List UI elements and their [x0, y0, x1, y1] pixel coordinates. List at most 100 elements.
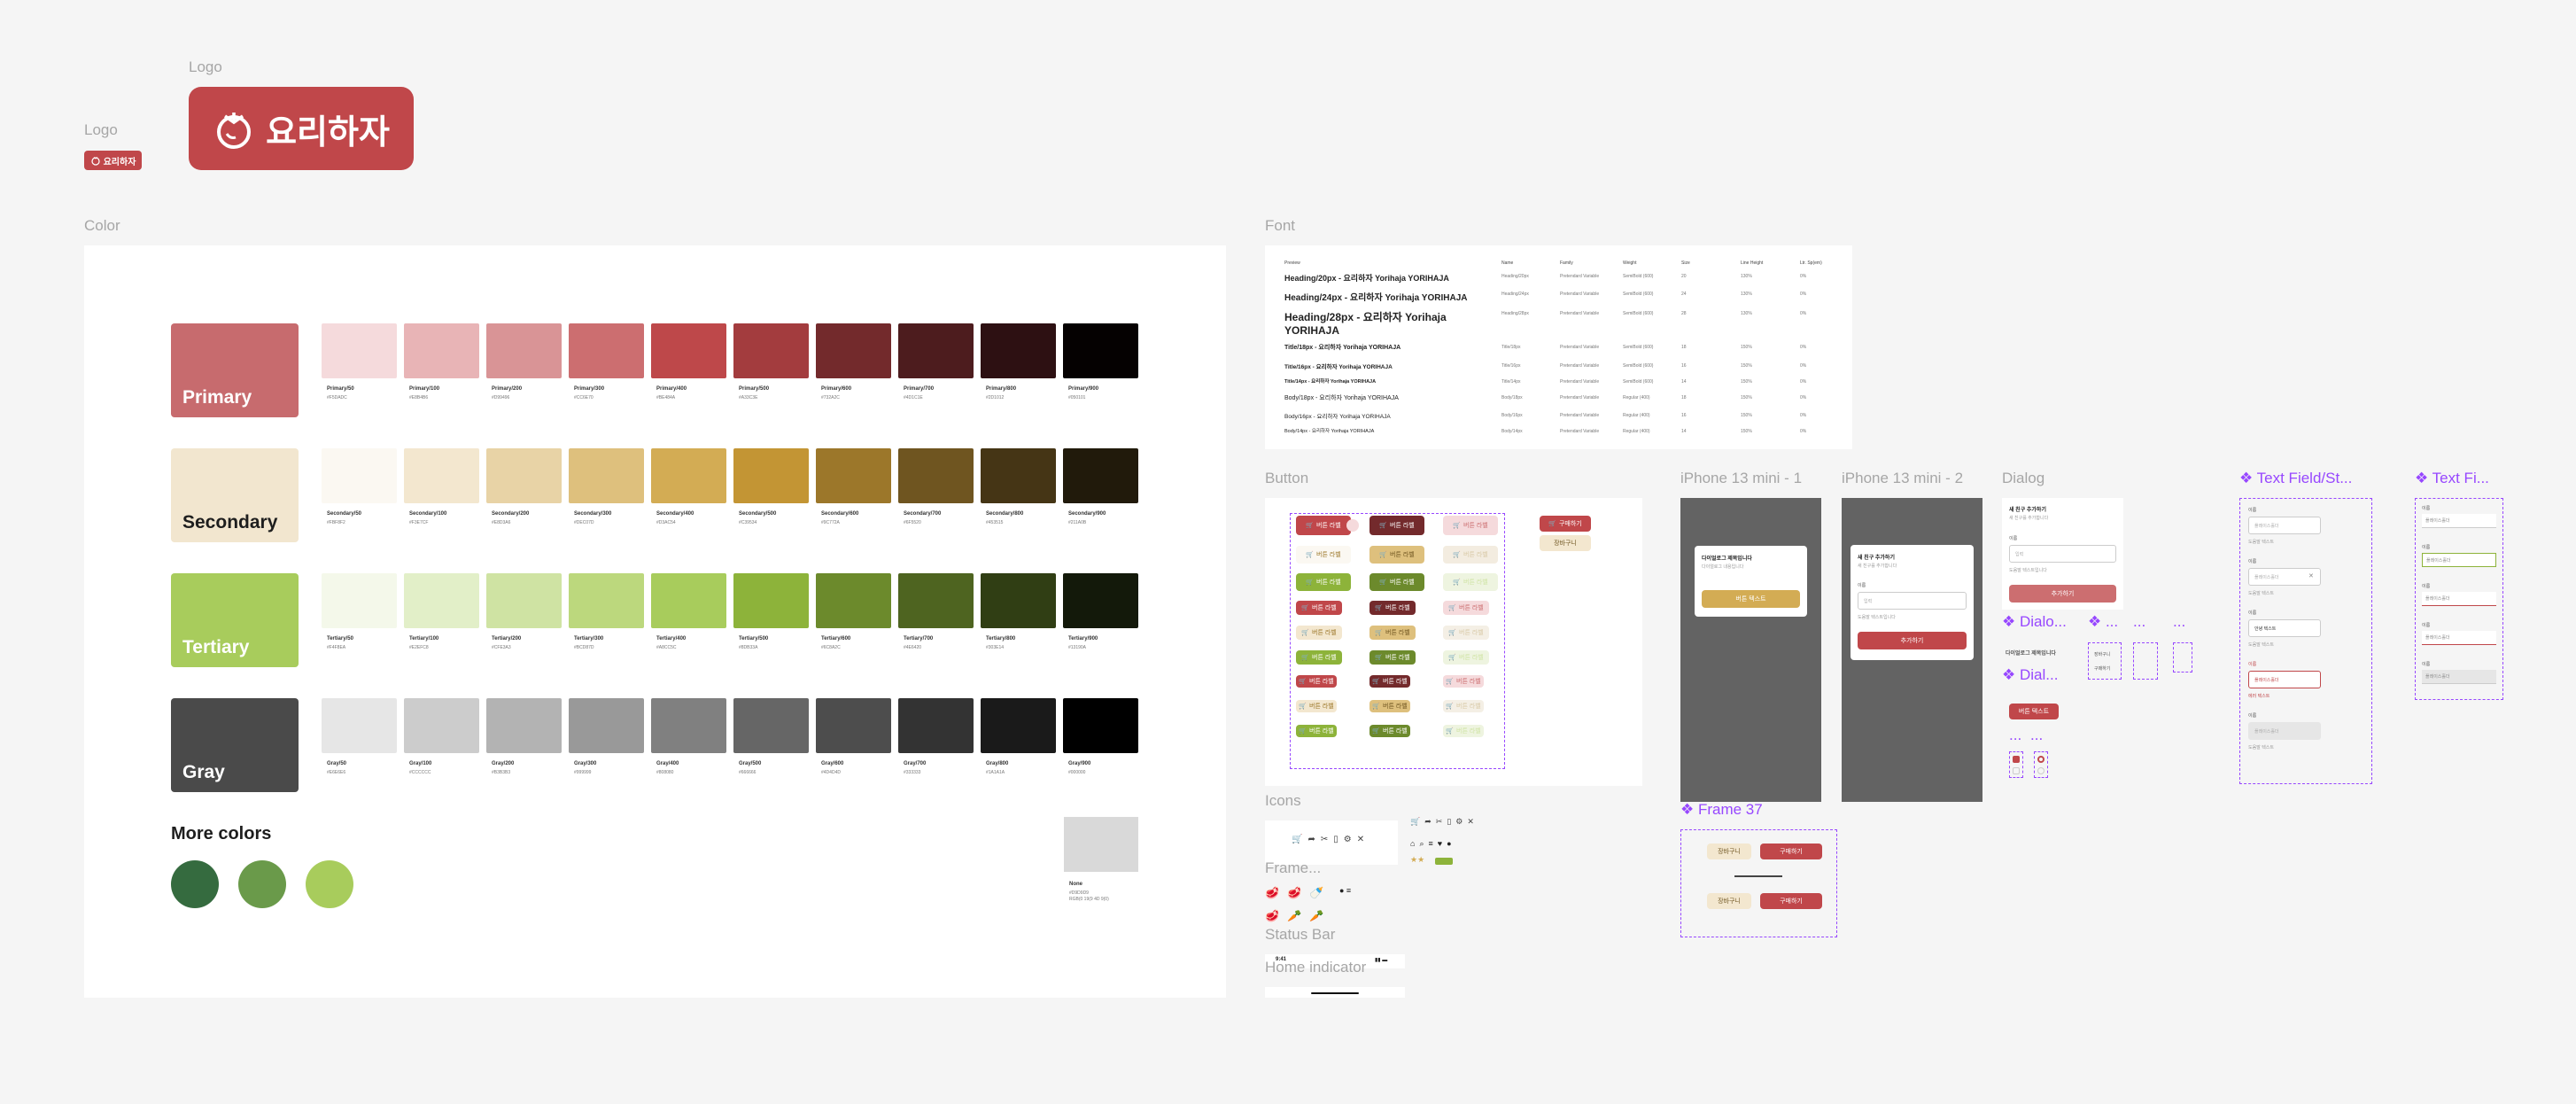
dialog-text-button[interactable]: 버튼 텍스트 — [2009, 704, 2059, 719]
text-field-input[interactable]: 플레이스홀더 — [2248, 671, 2321, 688]
variant-button[interactable]: 🛒 버튼 라벨 — [1443, 626, 1489, 640]
text-field-label-1: ❖ Text Field/St... — [2239, 470, 2353, 486]
color-swatch-name: Primary/400 — [656, 386, 687, 392]
radio-unchecked[interactable] — [2037, 767, 2045, 774]
variant-button[interactable]: 🛒 버튼 라벨 — [1443, 675, 1484, 688]
variant-button[interactable]: 🛒 버튼 라벨 — [1443, 546, 1498, 564]
variant-button[interactable]: 🛒 버튼 라벨 — [1443, 700, 1484, 712]
checkbox-checked[interactable] — [2013, 756, 2020, 763]
variant-button[interactable]: 🛒 버튼 라벨 — [1296, 546, 1351, 564]
frame37-buy-button-2[interactable]: 구매하기 — [1760, 893, 1822, 909]
variant-button[interactable]: 🛒 버튼 라벨 — [1296, 700, 1337, 712]
color-swatch-hex: #6F5520 — [904, 520, 921, 525]
color-swatch-hex: #2D1012 — [986, 395, 1005, 400]
variant-button[interactable]: 🛒 버튼 라벨 — [1369, 573, 1424, 591]
text-field-text: 플레이스홀더 — [2254, 523, 2279, 529]
phone-dialog-button[interactable]: 버튼 텍스트 — [1702, 590, 1800, 608]
variant-button-label: 버튼 라벨 — [1385, 655, 1410, 661]
home-indicator-bar — [1311, 992, 1359, 994]
variant-button[interactable]: 🛒 버튼 라벨 — [1369, 650, 1416, 665]
color-swatch — [816, 323, 891, 378]
variant-button[interactable]: 🛒 버튼 라벨 — [1369, 516, 1424, 535]
font-section-label: Font — [1265, 217, 1296, 234]
text-field-input[interactable]: 플레이스홀더 — [2248, 517, 2321, 534]
name-input-placeholder: 입력 — [1864, 598, 1873, 604]
color-swatch — [733, 448, 809, 503]
font-cell-family: Pretendard Variable — [1560, 379, 1600, 385]
clear-icon[interactable]: ✕ — [2308, 572, 2314, 579]
color-swatch — [569, 698, 644, 753]
text-field-underline-input[interactable]: 플레이스홀더 — [2422, 553, 2496, 567]
text-field-input[interactable]: 플레이스홀더 — [2248, 722, 2321, 740]
font-table-header: Line Height — [1741, 260, 1764, 266]
variant-button[interactable]: 🛒 버튼 라벨 — [1296, 601, 1342, 615]
variant-button[interactable]: 🛒 버튼 라벨 — [1369, 700, 1410, 712]
color-swatch-hex: #DEC07D — [574, 520, 594, 525]
cart-icon: 🛒 — [1306, 523, 1314, 529]
color-swatch-name: Primary/600 — [821, 386, 852, 392]
frame37-cart-button-1[interactable]: 장바구니 — [1707, 844, 1751, 859]
color-swatch — [322, 448, 397, 503]
variant-button[interactable]: 🛒 버튼 라벨 — [1369, 601, 1416, 615]
add-button[interactable]: 추가하기 — [1858, 632, 1967, 649]
variant-button-label: 버튼 라벨 — [1312, 605, 1337, 611]
name-input[interactable]: 입력 — [1858, 592, 1967, 610]
variant-button[interactable]: 🛒 버튼 라벨 — [1296, 650, 1342, 665]
text-field-underline-input[interactable]: 플레이스홀더 — [2422, 631, 2496, 645]
palette-main-2: Tertiary — [171, 573, 299, 667]
color-swatch-name: Gray/50 — [327, 761, 347, 766]
color-swatch-hex: #4D4D4D — [821, 770, 841, 775]
frame37-buy-button-1[interactable]: 구매하기 — [1760, 844, 1822, 859]
variant-button[interactable]: 🛒 버튼 라벨 — [1443, 725, 1484, 737]
variant-button[interactable]: 🛒 버튼 라벨 — [1443, 516, 1498, 535]
trash-icon: ▯ — [1447, 817, 1456, 826]
variant-button[interactable]: 🛒 버튼 라벨 — [1443, 573, 1498, 591]
text-field-underline-input[interactable]: 플레이스홀더 — [2422, 592, 2496, 606]
variant-button[interactable]: 🛒 버튼 라벨 — [1296, 516, 1351, 535]
variant-button[interactable]: 🛒 버튼 라벨 — [1443, 650, 1489, 665]
checkbox-unchecked[interactable] — [2013, 767, 2020, 774]
variant-button[interactable]: 🛒 버튼 라벨 — [1296, 573, 1351, 591]
frame37-cart-button-2[interactable]: 장바구니 — [1707, 893, 1751, 909]
font-cell-ls: 0% — [1800, 413, 1807, 418]
variant-button[interactable]: 🛒 버튼 라벨 — [1443, 601, 1489, 615]
frame37-cart-label-2: 장바구니 — [1718, 898, 1741, 905]
home-indicator — [1265, 987, 1405, 998]
cart-button-label: 장바구니 — [1554, 540, 1577, 547]
color-swatch — [404, 323, 479, 378]
font-preview: Title/14px - 요리하자 Yorihaja YORIHAJA — [1284, 379, 1377, 385]
text-field-helper: 도움말 텍스트 — [2248, 591, 2274, 596]
logo-big-label: Logo — [189, 58, 222, 75]
variant-button-label: 버튼 라벨 — [1459, 655, 1484, 661]
color-swatch-hex: #6C8A2C — [821, 645, 841, 650]
variant-button[interactable]: 🛒 버튼 라벨 — [1369, 626, 1416, 640]
settings-icon: ⚙ — [1455, 817, 1468, 826]
variant-button[interactable]: 🛒 버튼 라벨 — [1296, 626, 1342, 640]
dialog-name-input[interactable]: 입력 — [2009, 545, 2116, 563]
text-field-input[interactable]: 안녕 텍스트 — [2248, 619, 2321, 637]
color-swatch — [733, 323, 809, 378]
variant-button[interactable]: 🛒 버튼 라벨 — [1296, 725, 1337, 737]
cart-button[interactable]: 장바구니 — [1540, 535, 1591, 551]
variant-button[interactable]: 🛒 버튼 라벨 — [1369, 725, 1410, 737]
buy-button[interactable]: 🛒 구매하기 — [1540, 516, 1591, 532]
dialog-option-2: 구매하기 — [2094, 666, 2111, 672]
text-field-label: 이름 — [2422, 662, 2431, 667]
variant-button[interactable]: 🛒 버튼 라벨 — [1369, 675, 1410, 688]
radio-checked[interactable] — [2037, 756, 2045, 763]
text-field-underline-input[interactable]: 플레이스홀더 — [2422, 514, 2496, 528]
dialog-component-dots-5: ... — [2030, 727, 2044, 743]
cart-icon: 🛒 — [1446, 728, 1454, 735]
variant-button-label: 버튼 라벨 — [1383, 728, 1408, 735]
icon-row-plain: 🛒➦✂▯⚙✕ — [1410, 817, 1478, 827]
misc-icons: ● ≡ — [1339, 886, 1352, 895]
font-cell-size: 14 — [1681, 429, 1687, 434]
variant-button[interactable]: 🛒 버튼 라벨 — [1296, 675, 1337, 688]
text-field-underline-input[interactable]: 플레이스홀더 — [2422, 670, 2496, 684]
cart-icon: 🛒 — [1379, 579, 1387, 586]
dialog-add-button[interactable]: 추가하기 — [2009, 585, 2116, 603]
color-swatch — [486, 323, 562, 378]
variant-button[interactable]: 🛒 버튼 라벨 — [1369, 546, 1424, 564]
cart-icon: 🛒 — [1299, 679, 1307, 685]
text-field-label: 이름 — [2248, 559, 2257, 564]
